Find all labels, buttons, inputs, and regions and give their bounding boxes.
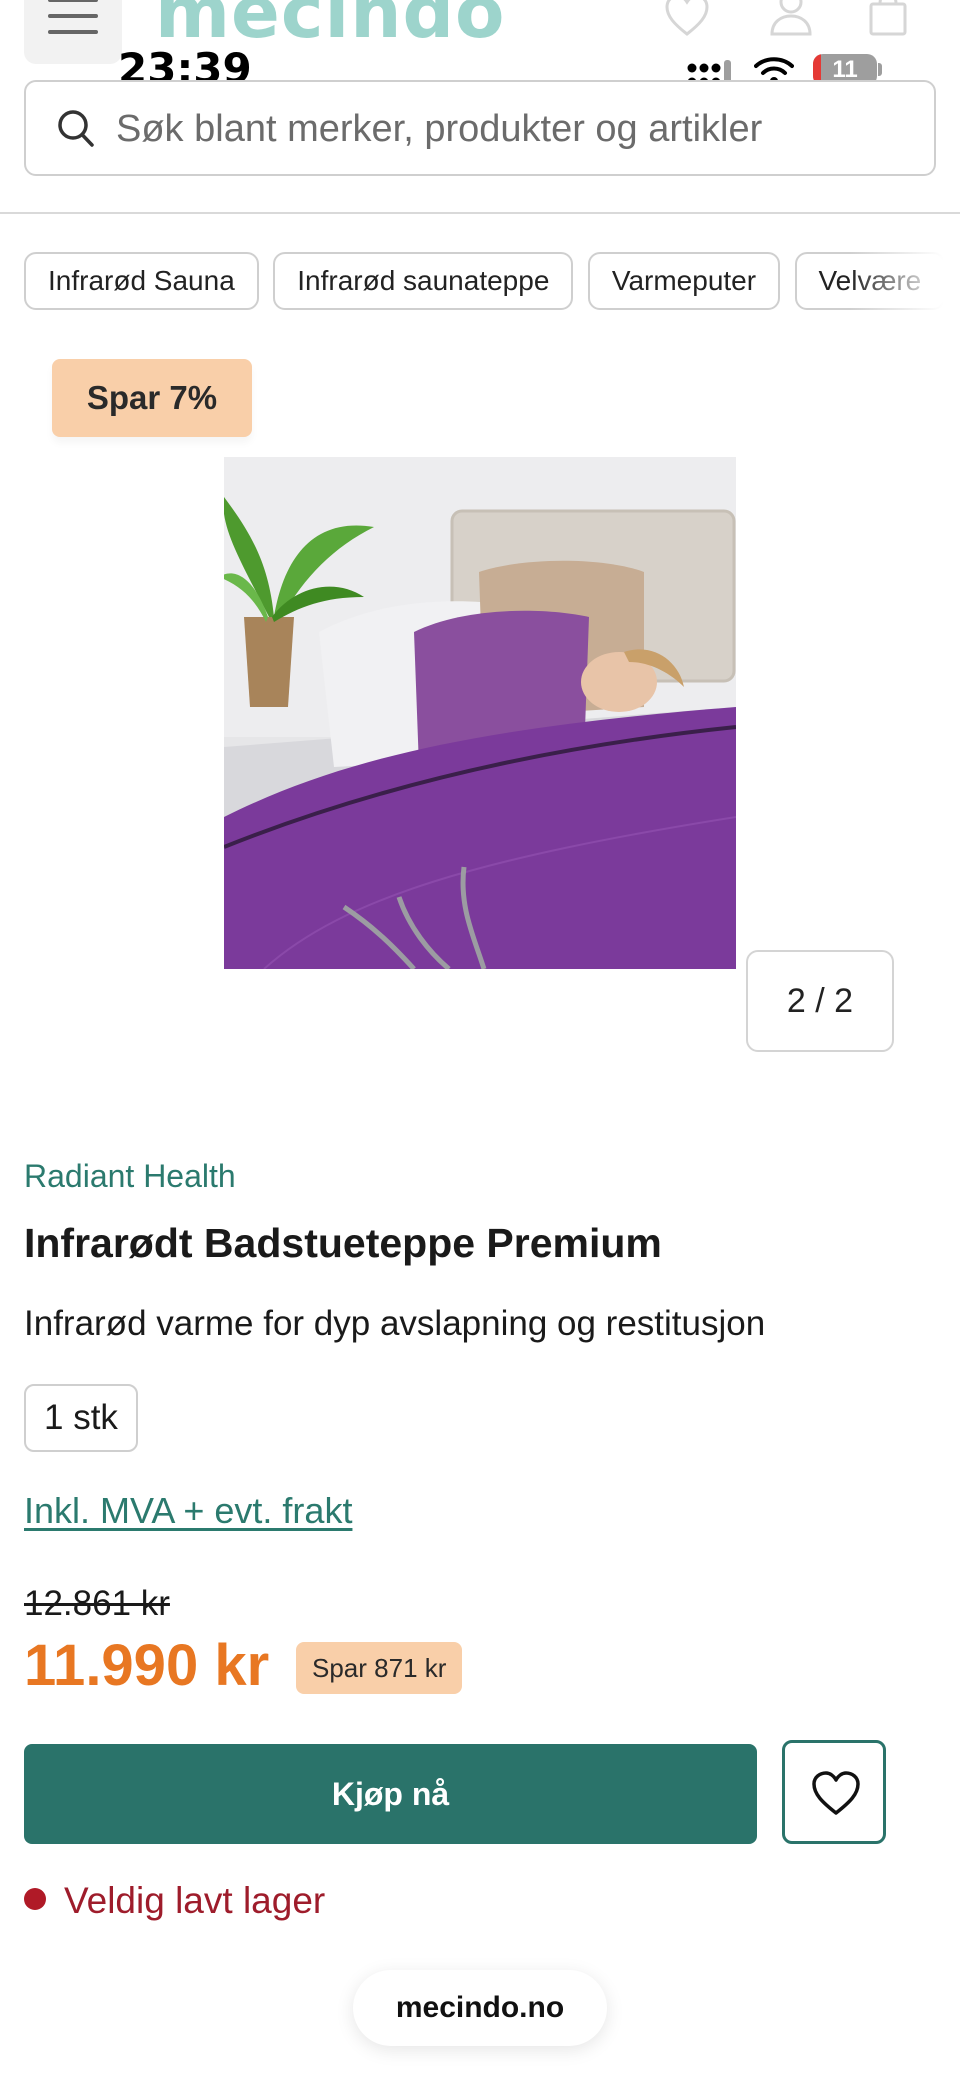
product-brand[interactable]: Radiant Health [24, 1158, 236, 1195]
battery-icon [878, 63, 882, 76]
gallery-counter[interactable]: 2 / 2 [746, 950, 894, 1052]
current-price: 11.990 kr [24, 1633, 270, 1698]
cart-icon[interactable] [868, 0, 908, 38]
add-to-wishlist-button[interactable] [782, 1740, 886, 1844]
search-input[interactable]: Søk blant merker, produkter og artikler [24, 80, 936, 176]
discount-badge: Spar 7% [52, 359, 252, 437]
buy-now-button[interactable]: Kjøp nå [24, 1744, 757, 1844]
browser-url-bar[interactable]: mecindo.no [353, 1970, 607, 2046]
heart-icon [812, 1771, 860, 1815]
wishlist-header-icon[interactable] [664, 0, 710, 38]
original-price: 12.861 kr [24, 1584, 170, 1623]
chip-heating-pads[interactable]: Varmeputer [587, 252, 781, 310]
chip-infrared-sauna-blanket[interactable]: Infrarød saunateppe [273, 252, 574, 310]
chips-fade [850, 252, 960, 312]
vat-shipping-link[interactable]: Inkl. MVA + evt. frakt [24, 1490, 352, 1532]
hamburger-icon [48, 0, 98, 36]
stock-status-text: Veldig lavt lager [64, 1880, 326, 1921]
stock-indicator-dot [24, 1888, 46, 1910]
account-icon[interactable] [768, 0, 814, 38]
category-chips: Infrarød Sauna Infrarød saunateppe Varme… [24, 252, 960, 312]
product-image[interactable] [224, 457, 736, 969]
product-subtitle: Infrarød varme for dyp avslapning og res… [24, 1304, 766, 1343]
variant-option[interactable]: 1 stk [24, 1384, 138, 1452]
product-photo [224, 457, 736, 969]
savings-badge: Spar 871 kr [296, 1642, 463, 1694]
search-icon [58, 110, 94, 147]
header-divider [0, 212, 960, 214]
product-title: Infrarødt Badstueteppe Premium [24, 1220, 662, 1266]
chip-infrared-sauna[interactable]: Infrarød Sauna [24, 252, 259, 310]
stock-status: Veldig lavt lager [24, 1880, 325, 1922]
search-placeholder: Søk blant merker, produkter og artikler [116, 108, 763, 150]
